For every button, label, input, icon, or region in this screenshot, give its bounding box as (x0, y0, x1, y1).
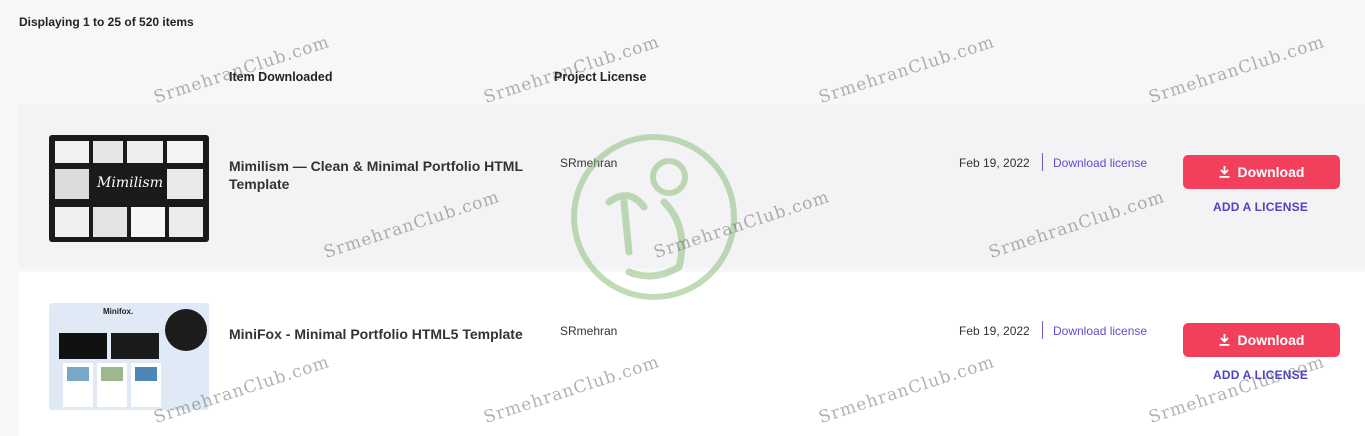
add-license-link[interactable]: ADD A LICENSE (1213, 368, 1308, 382)
item-author: SRmehran (560, 324, 618, 338)
download-date: Feb 19, 2022 (959, 324, 1030, 338)
add-license-link[interactable]: ADD A LICENSE (1213, 200, 1308, 214)
download-icon (1219, 334, 1230, 346)
item-thumbnail[interactable]: Mimilism (49, 135, 209, 242)
download-date: Feb 19, 2022 (959, 156, 1030, 170)
watermark-text: SrmehranClub.com (1146, 32, 1328, 108)
download-license-link[interactable]: Download license (1053, 324, 1147, 338)
download-button[interactable]: Download (1183, 323, 1340, 357)
item-title[interactable]: MiniFox - Minimal Portfolio HTML5 Templa… (229, 325, 559, 343)
watermark-text: SrmehranClub.com (816, 32, 998, 108)
download-license-link[interactable]: Download license (1053, 156, 1147, 170)
download-icon (1219, 166, 1230, 178)
divider (1042, 153, 1043, 171)
column-header-item-downloaded: Item Downloaded (229, 70, 333, 84)
item-title[interactable]: Mimilism — Clean & Minimal Portfolio HTM… (229, 157, 559, 193)
column-header-project-license: Project License (554, 70, 647, 84)
download-button[interactable]: Download (1183, 155, 1340, 189)
divider (1042, 321, 1043, 339)
thumbnail-caption: Minifox. (103, 307, 134, 316)
thumbnail-caption: Mimilism (97, 175, 163, 191)
items-count: Displaying 1 to 25 of 520 items (19, 15, 194, 29)
item-thumbnail[interactable]: Minifox. (49, 303, 209, 410)
download-button-label: Download (1237, 332, 1305, 348)
download-button-label: Download (1237, 164, 1305, 180)
watermark-logo (571, 134, 737, 300)
